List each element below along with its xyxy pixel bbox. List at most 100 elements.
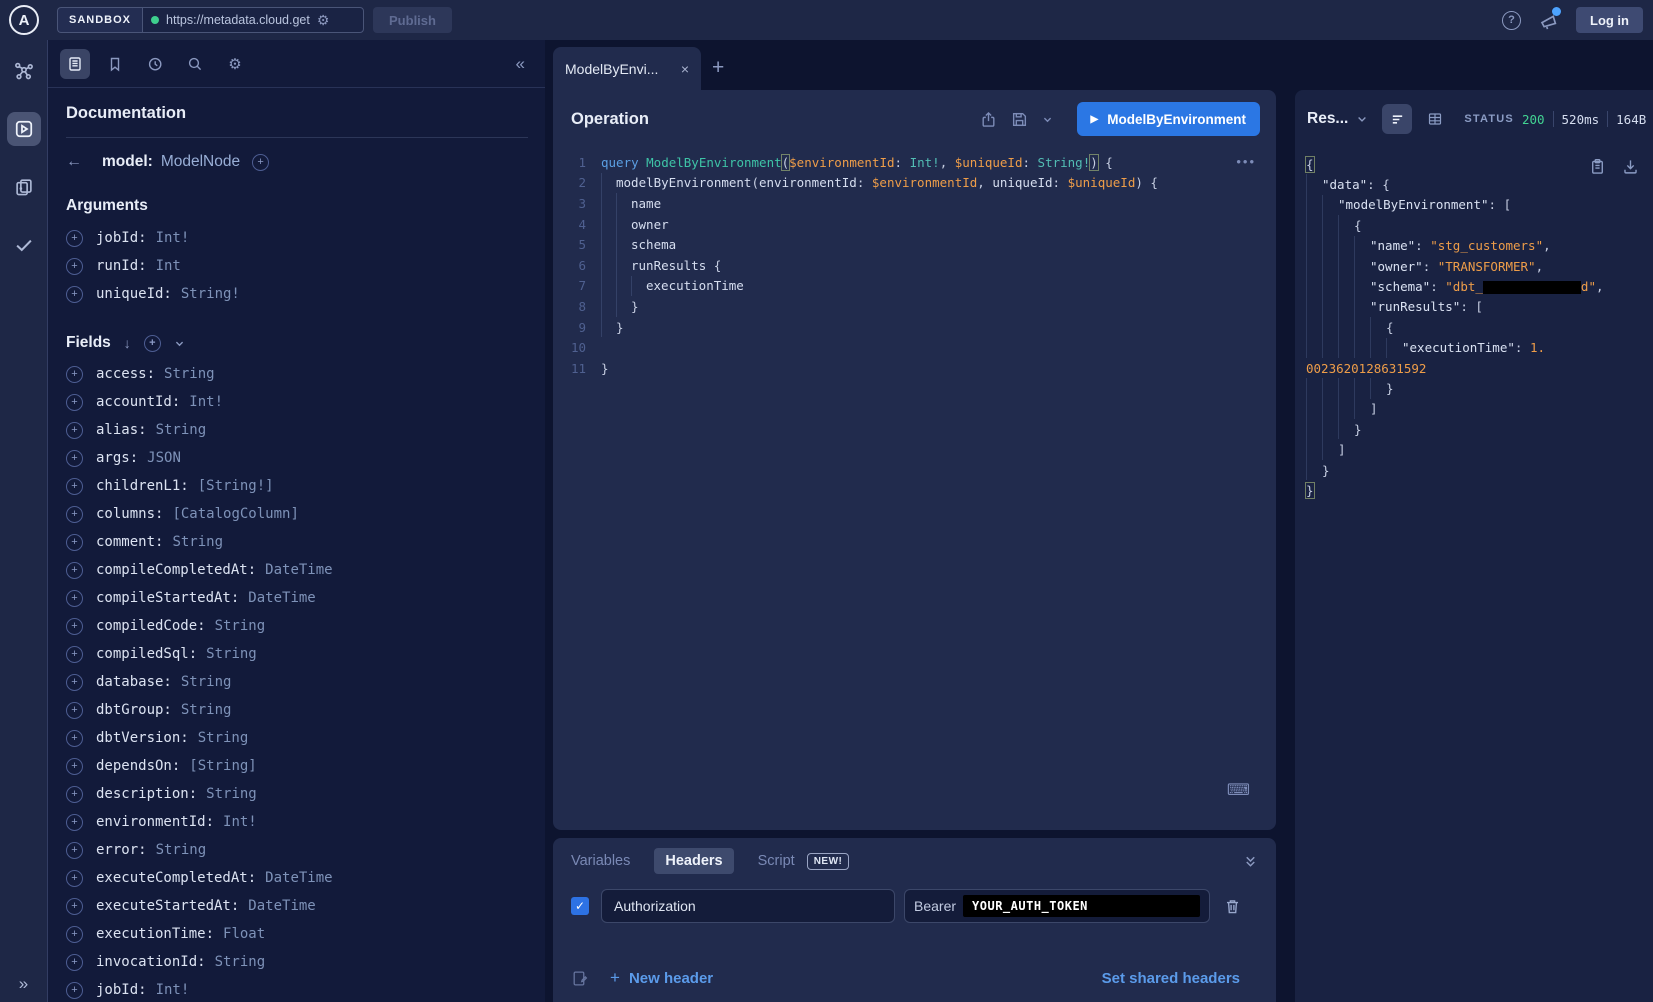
- new-header-button[interactable]: + New header: [610, 968, 713, 988]
- field-type[interactable]: String: [181, 674, 232, 690]
- response-title[interactable]: Res...: [1307, 110, 1348, 128]
- add-field-plus-icon[interactable]: +: [66, 422, 83, 439]
- raw-view-icon[interactable]: [1382, 104, 1412, 134]
- new-tab-plus-icon[interactable]: +: [712, 56, 724, 80]
- field-row[interactable]: + environmentId: Int!: [66, 808, 545, 836]
- tab-script[interactable]: Script: [758, 853, 795, 869]
- argument-type[interactable]: Int: [156, 258, 181, 274]
- add-field-plus-icon[interactable]: +: [66, 478, 83, 495]
- header-value-field[interactable]: Bearer YOUR_AUTH_TOKEN: [904, 889, 1210, 923]
- field-row[interactable]: + dbtGroup: String: [66, 696, 545, 724]
- add-field-plus-icon[interactable]: +: [66, 590, 83, 607]
- argument-type[interactable]: String!: [181, 286, 240, 302]
- announcements-megaphone-icon[interactable]: [1539, 11, 1558, 30]
- code-line[interactable]: 6 runResults {: [553, 255, 1276, 276]
- field-row[interactable]: + dependsOn: [String]: [66, 752, 545, 780]
- field-type[interactable]: [String!]: [198, 478, 274, 494]
- expand-rail-icon[interactable]: »: [0, 974, 47, 994]
- field-type[interactable]: JSON: [147, 450, 181, 466]
- field-row[interactable]: + alias: String: [66, 416, 545, 444]
- add-field-plus-icon[interactable]: +: [66, 786, 83, 803]
- field-type[interactable]: String: [172, 534, 223, 550]
- field-row[interactable]: + compileStartedAt: DateTime: [66, 584, 545, 612]
- field-row[interactable]: + comment: String: [66, 528, 545, 556]
- code-line[interactable]: 2 modelByEnvironment(environmentId: $env…: [553, 173, 1276, 194]
- field-type[interactable]: DateTime: [248, 898, 315, 914]
- argument-row[interactable]: + jobId: Int!: [66, 224, 545, 252]
- field-row[interactable]: + dbtVersion: String: [66, 724, 545, 752]
- field-row[interactable]: + columns: [CatalogColumn]: [66, 500, 545, 528]
- field-row[interactable]: + jobId: Int!: [66, 976, 545, 1002]
- add-field-plus-icon[interactable]: +: [66, 506, 83, 523]
- field-row[interactable]: + error: String: [66, 836, 545, 864]
- field-type[interactable]: String: [215, 618, 266, 634]
- checks-icon[interactable]: [7, 228, 41, 262]
- add-argument-plus-icon[interactable]: +: [66, 286, 83, 303]
- close-tab-icon[interactable]: ×: [681, 61, 689, 77]
- add-field-plus-icon[interactable]: +: [66, 898, 83, 915]
- header-enabled-checkbox[interactable]: ✓: [571, 897, 589, 915]
- field-type[interactable]: Int!: [156, 982, 190, 998]
- add-field-plus-icon[interactable]: +: [66, 618, 83, 635]
- add-field-plus-icon[interactable]: +: [66, 534, 83, 551]
- collapse-panel-double-chevron-icon[interactable]: [1243, 854, 1258, 869]
- documentation-tab-icon[interactable]: [60, 49, 90, 79]
- save-operation-icon[interactable]: [1011, 111, 1028, 128]
- field-type[interactable]: DateTime: [248, 590, 315, 606]
- field-type[interactable]: Float: [223, 926, 265, 942]
- field-row[interactable]: + compileCompletedAt: DateTime: [66, 556, 545, 584]
- add-field-plus-icon[interactable]: +: [66, 954, 83, 971]
- add-field-plus-icon[interactable]: +: [66, 674, 83, 691]
- history-icon[interactable]: [140, 49, 170, 79]
- field-type[interactable]: [String]: [189, 758, 256, 774]
- code-line[interactable]: 1 query ModelByEnvironment($environmentI…: [553, 152, 1276, 173]
- table-view-icon[interactable]: [1420, 104, 1450, 134]
- add-field-plus-icon[interactable]: +: [66, 366, 83, 383]
- field-row[interactable]: + executeCompletedAt: DateTime: [66, 864, 545, 892]
- explorer-icon[interactable]: [7, 112, 41, 146]
- field-type[interactable]: String: [206, 646, 257, 662]
- field-type[interactable]: DateTime: [265, 562, 332, 578]
- copy-response-icon[interactable]: [1589, 158, 1606, 175]
- operation-tab[interactable]: ModelByEnvi... ×: [553, 47, 701, 90]
- code-line[interactable]: 10: [553, 337, 1276, 358]
- type-name[interactable]: ModelNode: [161, 153, 240, 171]
- field-row[interactable]: + args: JSON: [66, 444, 545, 472]
- field-row[interactable]: + executionTime: Float: [66, 920, 545, 948]
- field-row[interactable]: + compiledCode: String: [66, 612, 545, 640]
- field-type[interactable]: String: [181, 702, 232, 718]
- code-line[interactable]: 8 }: [553, 296, 1276, 317]
- add-field-plus-icon[interactable]: +: [66, 758, 83, 775]
- operation-collection-icon[interactable]: [7, 170, 41, 204]
- editor-overflow-menu-icon[interactable]: •••: [1236, 154, 1256, 169]
- field-type[interactable]: DateTime: [265, 870, 332, 886]
- add-field-plus-icon[interactable]: +: [66, 394, 83, 411]
- field-row[interactable]: + access: String: [66, 360, 545, 388]
- field-type[interactable]: String: [164, 366, 215, 382]
- set-shared-headers-link[interactable]: Set shared headers: [1102, 970, 1240, 987]
- apollo-logo-icon[interactable]: A: [9, 5, 39, 35]
- keyboard-shortcuts-icon[interactable]: ⌨: [1227, 780, 1250, 800]
- field-type[interactable]: Int!: [189, 394, 223, 410]
- field-row[interactable]: + description: String: [66, 780, 545, 808]
- field-row[interactable]: + database: String: [66, 668, 545, 696]
- sort-fields-icon[interactable]: ↓: [124, 335, 131, 351]
- code-line[interactable]: 5 schema: [553, 234, 1276, 255]
- add-field-plus-icon[interactable]: +: [66, 842, 83, 859]
- add-field-plus-icon[interactable]: +: [66, 702, 83, 719]
- add-field-plus-icon[interactable]: +: [66, 982, 83, 999]
- argument-row[interactable]: + runId: Int: [66, 252, 545, 280]
- login-button[interactable]: Log in: [1576, 7, 1643, 33]
- settings-gear-icon[interactable]: ⚙: [220, 49, 250, 79]
- help-icon[interactable]: ?: [1502, 11, 1521, 30]
- response-dropdown-chevron-icon[interactable]: [1356, 113, 1368, 125]
- field-type[interactable]: [CatalogColumn]: [172, 506, 298, 522]
- tab-headers[interactable]: Headers: [654, 848, 733, 874]
- field-row[interactable]: + childrenL1: [String!]: [66, 472, 545, 500]
- fields-chevron-down-icon[interactable]: [174, 338, 185, 349]
- argument-type[interactable]: Int!: [156, 230, 190, 246]
- endpoint-url-box[interactable]: https://metadata.cloud.get ⚙: [142, 7, 364, 33]
- share-operation-icon[interactable]: [980, 111, 997, 128]
- code-line[interactable]: 11 }: [553, 358, 1276, 379]
- delete-header-trash-icon[interactable]: [1224, 898, 1241, 915]
